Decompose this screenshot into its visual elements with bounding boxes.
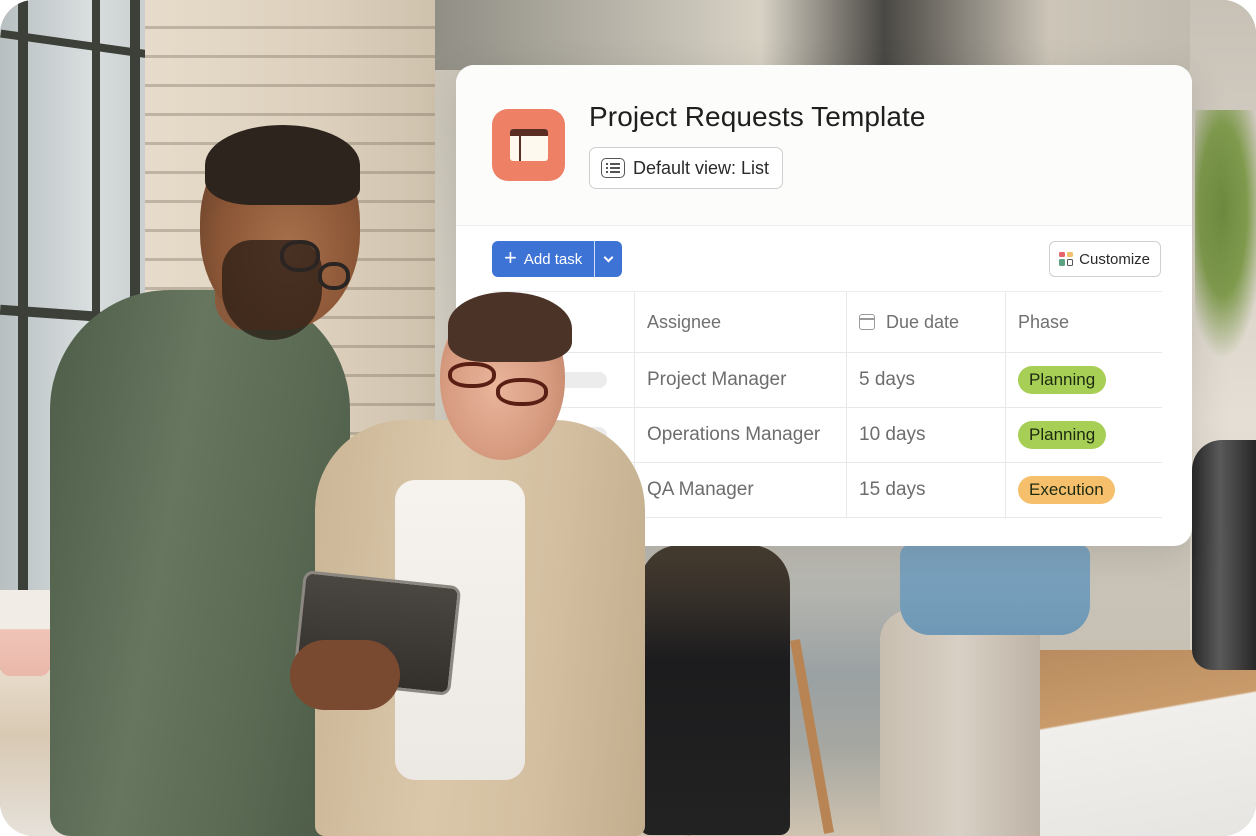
task-name-placeholder xyxy=(497,427,607,443)
layout-window-icon xyxy=(492,109,565,181)
customize-label: Customize xyxy=(1079,250,1150,268)
add-task-dropdown-button[interactable] xyxy=(595,241,622,277)
man-hair xyxy=(205,125,360,205)
phase-badge: Planning xyxy=(1018,366,1107,394)
chevron-down-icon xyxy=(603,252,614,262)
table-row[interactable]: Project Manager 5 days Planning xyxy=(492,353,1162,408)
task-name-placeholder xyxy=(497,372,607,388)
default-view-label: Default view: List xyxy=(633,157,770,178)
due-date-cell[interactable]: 5 days xyxy=(846,353,1005,407)
column-header-task[interactable] xyxy=(492,292,634,352)
column-label: Due date xyxy=(886,311,960,332)
kitchen-counter xyxy=(1040,650,1256,836)
due-date-cell[interactable]: 15 days xyxy=(846,463,1005,517)
table-row[interactable]: Operations Manager 10 days Planning xyxy=(492,408,1162,463)
header-divider xyxy=(456,225,1192,226)
ceiling-duct xyxy=(430,0,1256,70)
task-name-cell[interactable] xyxy=(492,408,634,462)
standing-person xyxy=(880,610,1040,836)
column-header-assignee[interactable]: Assignee xyxy=(634,292,846,352)
task-name-cell[interactable] xyxy=(492,353,634,407)
customize-button[interactable]: Customize xyxy=(1049,241,1161,277)
default-view-button[interactable]: Default view: List xyxy=(589,147,784,189)
due-date-cell[interactable]: 10 days xyxy=(846,408,1005,462)
hanging-plant xyxy=(1195,110,1256,360)
page-title: Project Requests Template xyxy=(589,101,926,132)
assignee-cell[interactable]: Project Manager xyxy=(634,353,846,407)
man-shirt xyxy=(50,290,350,836)
add-task-label: Add task xyxy=(523,250,583,268)
phase-cell[interactable]: Planning xyxy=(1005,353,1162,407)
list-icon xyxy=(601,158,625,178)
column-label: Phase xyxy=(1018,311,1070,332)
plus-icon: + xyxy=(504,245,517,270)
glasses xyxy=(280,240,320,272)
task-table: Assignee Due date Phase Project Manager … xyxy=(492,291,1162,518)
card-header: Project Requests Template Default view: … xyxy=(456,65,1192,225)
phase-cell[interactable]: Planning xyxy=(1005,408,1162,462)
standing-person-shirt xyxy=(900,545,1090,635)
phase-badge: Planning xyxy=(1018,421,1107,449)
seated-person xyxy=(640,545,790,835)
assignee-cell[interactable]: Operations Manager xyxy=(634,408,846,462)
column-label: Assignee xyxy=(647,311,722,332)
glasses xyxy=(318,262,350,290)
phase-badge: Execution xyxy=(1018,476,1115,504)
column-header-due-date[interactable]: Due date xyxy=(846,292,1005,352)
project-template-card: Project Requests Template Default view: … xyxy=(456,65,1192,546)
add-task-split-button[interactable]: + Add task xyxy=(492,241,623,277)
task-name-cell[interactable] xyxy=(492,463,634,517)
calendar-icon xyxy=(859,314,875,330)
column-header-phase[interactable]: Phase xyxy=(1005,292,1162,352)
coffee-machine xyxy=(1192,440,1256,670)
task-name-placeholder xyxy=(497,482,607,498)
table-row[interactable]: QA Manager 15 days Execution xyxy=(492,463,1162,518)
grid-icon xyxy=(1059,252,1074,266)
phase-cell[interactable]: Execution xyxy=(1005,463,1162,517)
table-header-row: Assignee Due date Phase xyxy=(492,291,1162,353)
cup xyxy=(0,590,50,676)
add-task-button[interactable]: + Add task xyxy=(492,241,594,277)
assignee-cell[interactable]: QA Manager xyxy=(634,463,846,517)
